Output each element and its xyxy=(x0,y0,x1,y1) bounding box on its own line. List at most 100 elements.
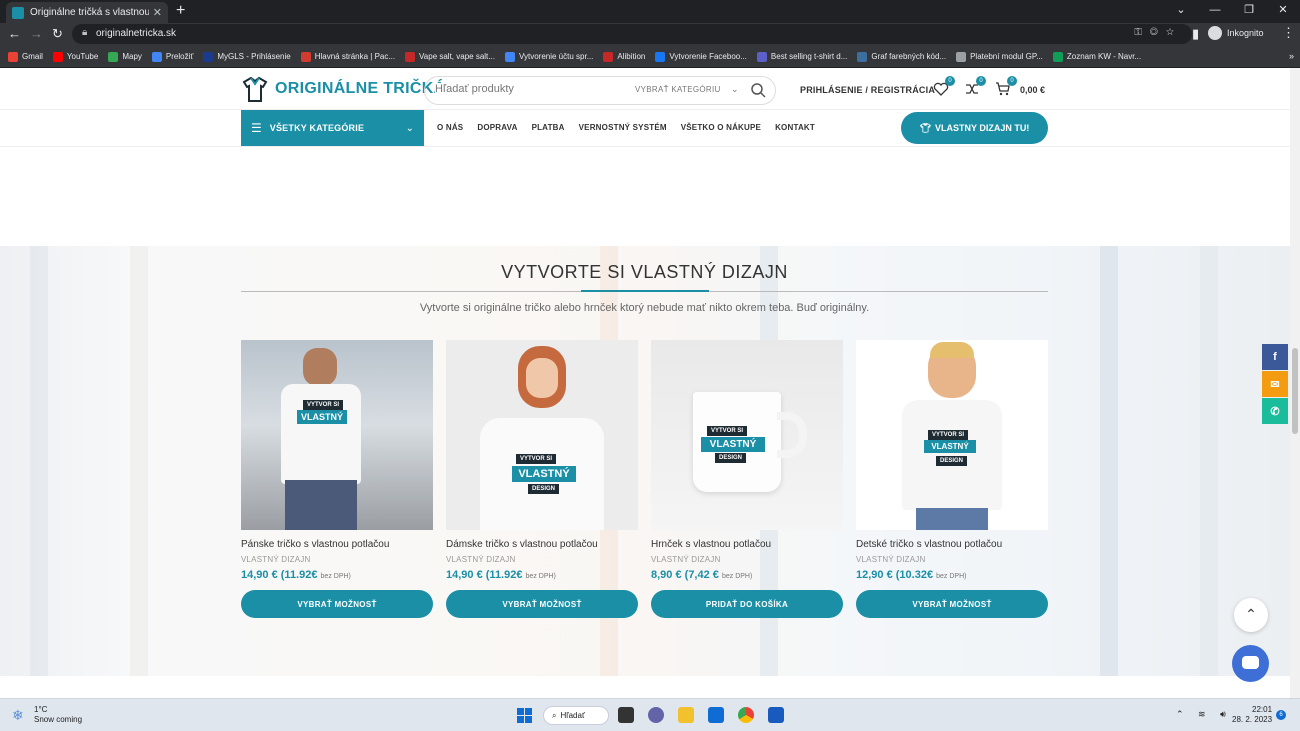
all-categories-label: VŠETKY KATEGÓRIE xyxy=(269,123,365,133)
forward-icon[interactable]: → xyxy=(30,26,43,41)
clock[interactable]: 22:01 28. 2. 2023 xyxy=(1232,705,1272,725)
product-category[interactable]: VLASTNÝ DIZAJN xyxy=(856,555,1048,564)
select-options-button[interactable]: VYBRAŤ MOŽNOSŤ xyxy=(856,590,1048,618)
page-scrollbar[interactable] xyxy=(1290,68,1300,698)
cart-total[interactable]: 0,00 € xyxy=(1020,85,1045,95)
product-image[interactable]: VYTVOR SI VLASTNÝ DESIGN xyxy=(651,340,843,530)
close-window-icon[interactable]: ✕ xyxy=(1266,0,1300,23)
bookmark-favicon-icon xyxy=(8,51,18,62)
teams-chat-icon[interactable] xyxy=(648,707,664,723)
select-options-button[interactable]: VYBRAŤ MOŽNOSŤ xyxy=(241,590,433,618)
tab-search-icon[interactable]: ⌄ xyxy=(1164,0,1198,23)
bookmark-item[interactable]: Hlavná stránka | Pac... xyxy=(300,51,395,62)
browser-tab-bar: Originálne tričká s vlastnou potl... ✕ +… xyxy=(0,0,1300,23)
bookmark-item[interactable]: Best selling t-shirt d... xyxy=(756,51,847,62)
side-panel-icon[interactable]: ▮ xyxy=(1192,26,1199,42)
product-name[interactable]: Detské tričko s vlastnou potlačou xyxy=(856,539,1048,550)
minimize-icon[interactable]: — xyxy=(1198,0,1232,23)
select-options-button[interactable]: VYBRAŤ MOŽNOSŤ xyxy=(446,590,638,618)
email-share-icon[interactable]: ✉ xyxy=(1262,371,1288,397)
incognito-indicator[interactable]: Inkognito xyxy=(1208,26,1264,40)
product-name[interactable]: Pánske tričko s vlastnou potlačou xyxy=(241,539,433,550)
menu-item-platba[interactable]: PLATBA xyxy=(532,123,565,132)
menu-item-o-nas[interactable]: O NÁS xyxy=(437,123,463,132)
site-logo[interactable]: ORIGINÁLNE TRIČKÁ xyxy=(241,75,445,103)
scroll-to-top-button[interactable]: ⌃ xyxy=(1234,598,1268,632)
price-gross: 14,90 € xyxy=(241,569,278,581)
notification-badge[interactable]: 6 xyxy=(1276,710,1286,720)
bookmark-label: Platební modul GP... xyxy=(970,52,1043,61)
chat-widget-icon[interactable] xyxy=(1232,645,1269,682)
bookmark-favicon-icon xyxy=(756,51,767,62)
menu-item-kontakt[interactable]: KONTAKT xyxy=(775,123,815,132)
wishlist-count: 0 xyxy=(945,76,955,86)
close-tab-icon[interactable]: ✕ xyxy=(153,6,162,19)
weather-widget[interactable]: ❄ 1°C Snow coming xyxy=(12,705,82,725)
bookmark-item[interactable]: Mapy xyxy=(108,51,142,62)
product-category[interactable]: VLASTNÝ DIZAJN xyxy=(446,555,638,564)
bookmark-favicon-icon xyxy=(52,51,63,62)
compare-button[interactable]: 0 xyxy=(964,76,986,97)
bookmark-item[interactable]: Zoznam KW - Navr... xyxy=(1052,51,1141,62)
scrollbar-thumb[interactable] xyxy=(1292,348,1298,434)
custom-design-button[interactable]: 👕︎ VLASTNY DIZAJN TU! xyxy=(901,112,1048,144)
menu-item-vernostny-system[interactable]: VERNOSTNÝ SYSTÉM xyxy=(579,123,667,132)
bookmark-label: Preložiť xyxy=(165,52,194,61)
mail-icon[interactable] xyxy=(708,707,724,723)
bookmark-item[interactable]: Vytvorenie účtu spr... xyxy=(504,51,593,62)
design-label: VLASTNÝ xyxy=(701,437,765,452)
search-icon[interactable] xyxy=(750,82,766,98)
file-explorer-icon[interactable] xyxy=(678,707,694,723)
whatsapp-share-icon[interactable]: ✆ xyxy=(1262,398,1288,424)
product-image[interactable]: VYTVOR SI VLASTNÝ DESIGN xyxy=(446,340,638,530)
chrome-icon[interactable] xyxy=(738,707,754,723)
bookmark-item[interactable]: Vape salt, vape salt... xyxy=(405,51,495,62)
browser-tab[interactable]: Originálne tričká s vlastnou potl... ✕ xyxy=(6,2,168,23)
bookmark-item[interactable]: YouTube xyxy=(52,51,98,62)
menu-item-doprava[interactable]: DOPRAVA xyxy=(477,123,517,132)
new-tab-icon[interactable]: + xyxy=(176,2,185,20)
cart-button[interactable]: 0 xyxy=(995,76,1017,97)
product-name[interactable]: Hrnček s vlastnou potlačou xyxy=(651,539,843,550)
product-category[interactable]: VLASTNÝ DIZAJN xyxy=(651,555,843,564)
chevron-down-icon[interactable]: ⌄ xyxy=(731,84,739,95)
wishlist-button[interactable]: 0 xyxy=(933,76,955,97)
design-label: VLASTNÝ xyxy=(512,466,576,482)
windows-start-icon[interactable] xyxy=(517,708,532,723)
product-category[interactable]: VLASTNÝ DIZAJN xyxy=(241,555,433,564)
omnibox[interactable]: 🔒︎ originalnetricka.sk ⚿◎☆ xyxy=(72,24,1192,44)
more-bookmarks-icon[interactable]: » xyxy=(1289,51,1294,61)
jeans-shape xyxy=(285,480,357,530)
menu-item-vsetko-o-nakupe[interactable]: VŠETKO O NÁKUPE xyxy=(681,123,761,132)
system-tray[interactable]: ⌃ ≋ 🔊︎ xyxy=(1176,709,1232,720)
taskbar-search[interactable]: ⌕ Hľadať xyxy=(543,706,609,725)
add-to-cart-button[interactable]: PRIDAŤ DO KOŠÍKA xyxy=(651,590,843,618)
product-name[interactable]: Dámske tričko s vlastnou potlačou xyxy=(446,539,638,550)
bookmark-item[interactable]: Gmail xyxy=(8,51,43,62)
bookmark-item[interactable]: Alibition xyxy=(603,51,645,62)
bookmark-item[interactable]: Preložiť xyxy=(151,51,194,62)
bookmark-item[interactable]: MyGLS - Prihlásenie xyxy=(203,51,291,62)
omnibox-actions[interactable]: ⚿◎☆ xyxy=(1134,27,1182,38)
bookmark-item[interactable]: Graf farebných kód... xyxy=(857,51,946,62)
bookmark-item[interactable]: Platební modul GP... xyxy=(956,51,1043,62)
category-select[interactable]: VYBRAŤ KATEGÓRIU xyxy=(635,85,721,94)
login-register-link[interactable]: PRIHLÁSENIE / REGISTRÁCIA xyxy=(800,85,935,95)
bookmark-item[interactable]: Vytvorenie Faceboo... xyxy=(655,51,747,62)
lock-icon[interactable]: 🔒︎ xyxy=(82,27,87,38)
reload-icon[interactable]: ↻ xyxy=(52,26,63,42)
product-image[interactable]: VYTVOR SI VLASTNÝ xyxy=(241,340,433,530)
product-price: 14,90 € (11.92€ bez DPH) xyxy=(241,569,433,581)
product-price: 8,90 € (7,42 € bez DPH) xyxy=(651,569,843,581)
search-input[interactable] xyxy=(435,83,625,95)
back-icon[interactable]: ← xyxy=(8,26,21,41)
all-categories-dropdown[interactable]: ☰ VŠETKY KATEGÓRIE ⌄ xyxy=(241,110,424,146)
maximize-icon[interactable]: ❐ xyxy=(1232,0,1266,23)
browser-menu-icon[interactable]: ⋮ xyxy=(1282,25,1295,41)
task-view-icon[interactable] xyxy=(618,707,634,723)
facebook-share-icon[interactable]: f xyxy=(1262,344,1288,370)
product-image[interactable]: VYTVOR SI VLASTNÝ DESIGN xyxy=(856,340,1048,530)
bookmark-favicon-icon xyxy=(405,51,416,62)
word-icon[interactable] xyxy=(768,707,784,723)
url-text[interactable]: originalnetricka.sk xyxy=(96,28,176,39)
